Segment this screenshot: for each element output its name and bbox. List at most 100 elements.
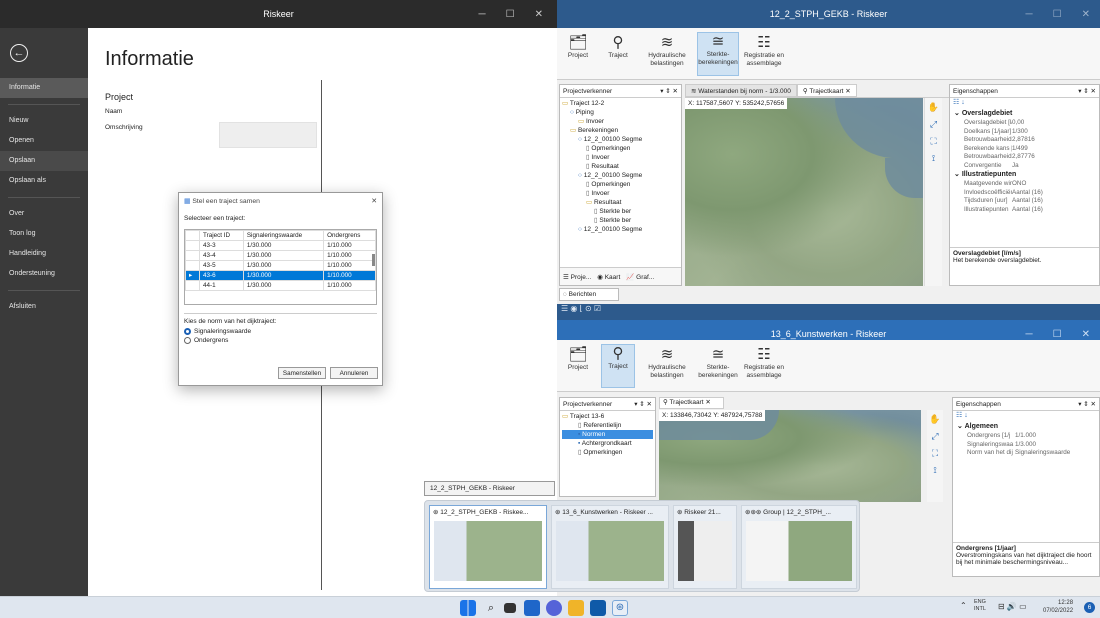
- tree-item[interactable]: ▭ Berekeningen: [562, 126, 679, 135]
- tab-kaart[interactable]: ◉ Kaart: [597, 273, 620, 281]
- tree-item[interactable]: ▪ Normen: [562, 430, 653, 439]
- minimize-icon[interactable]: ─: [1026, 329, 1033, 340]
- col-ondergrens[interactable]: Ondergrens: [323, 230, 376, 241]
- close-icon[interactable]: ✕: [1082, 329, 1090, 340]
- maximize-icon[interactable]: ☐: [506, 9, 515, 20]
- tree-item[interactable]: ▯ Sterkte ber: [562, 207, 679, 216]
- minimize-icon[interactable]: ─: [1026, 9, 1033, 20]
- nav-informatie[interactable]: Informatie: [0, 78, 88, 98]
- property-row[interactable]: Berekende kans [1 1/499: [950, 145, 1099, 154]
- thumb-13-6[interactable]: ⊛ 13_6_Kunstwerken - Riskeer ...: [551, 505, 669, 589]
- close-icon[interactable]: ✕: [535, 9, 543, 20]
- tree-item[interactable]: ▯ Opmerkingen: [562, 144, 679, 153]
- property-row[interactable]: Betrouwbaarheids 2,87776: [950, 153, 1099, 162]
- annuleren-button[interactable]: Annuleren: [330, 367, 378, 379]
- notification-badge[interactable]: 6: [1084, 602, 1095, 613]
- clock[interactable]: 12:28 07/02/2022: [1043, 599, 1073, 615]
- table-row[interactable]: 43-5 1/30.000 1/10.000: [185, 260, 376, 271]
- tree-item[interactable]: ▭ Invoer: [562, 117, 679, 126]
- table-row[interactable]: 43-4 1/30.000 1/10.000: [185, 250, 376, 261]
- table-row[interactable]: 43-3 1/30.000 1/10.000: [185, 240, 376, 251]
- tree-item[interactable]: ▯ Referentielijn: [562, 421, 653, 430]
- tree-item[interactable]: ▭ Resultaat: [562, 198, 679, 207]
- maximize-icon[interactable]: ☐: [1053, 9, 1062, 20]
- dialog-close-icon[interactable]: ✕: [371, 197, 377, 205]
- sort-icon[interactable]: ☷ ↓: [953, 411, 1099, 422]
- panel-controls-icon[interactable]: ▾ ⇕ ✕: [634, 398, 652, 410]
- property-row[interactable]: Maatgevende win ONO: [950, 180, 1099, 189]
- widgets-icon[interactable]: [524, 600, 540, 616]
- search-icon[interactable]: ⌕: [483, 600, 499, 616]
- thumb-group[interactable]: ⊛⊛⊛ Group | 12_2_STPH_...: [741, 505, 857, 589]
- tab-trajectkaart[interactable]: ⚲ Trajectkaart ✕: [796, 84, 857, 97]
- table-row[interactable]: ▸ 43-6 1/30.000 1/10.000: [185, 270, 376, 281]
- panel-controls-icon[interactable]: ▾ ⇕ ✕: [660, 85, 678, 97]
- property-row[interactable]: Ondergrens [1/j 1/1.000: [953, 432, 1099, 441]
- start-icon[interactable]: [460, 600, 476, 616]
- panel-controls-icon[interactable]: ▾ ⇕ ✕: [1078, 85, 1096, 97]
- omschrijving-field[interactable]: [219, 122, 317, 148]
- tree-item[interactable]: ▯ Invoer: [562, 153, 679, 162]
- nav-opslaan[interactable]: Opslaan: [0, 151, 88, 171]
- property-row[interactable]: Norm van het dij Signaleringswaarde: [953, 449, 1099, 458]
- trajectkaart-map[interactable]: X: 133846,73042 Y: 487924,75788: [659, 410, 921, 502]
- teams-icon[interactable]: [546, 600, 562, 616]
- file-explorer-icon[interactable]: [568, 600, 584, 616]
- nav-handleiding[interactable]: Handleiding: [0, 244, 88, 264]
- thumb-riskeer-21[interactable]: ⊛ Riskeer 21...: [673, 505, 737, 589]
- zoom-extent-icon[interactable]: ⤢: [927, 431, 943, 442]
- panel-controls-icon[interactable]: ▾ ⇕ ✕: [1078, 398, 1096, 410]
- close-icon[interactable]: ✕: [1082, 9, 1090, 20]
- tab-grafiek[interactable]: 📈 Graf...: [626, 273, 654, 281]
- ribbon-hydraulische[interactable]: ≋ Hydraulische belastingen: [645, 346, 689, 380]
- minimize-icon[interactable]: ─: [479, 9, 486, 20]
- nav-ondersteuning[interactable]: Ondersteuning: [0, 264, 88, 284]
- tree-item[interactable]: ▯ Opmerkingen: [562, 448, 653, 457]
- property-category[interactable]: ⌄ Overslagdebiet: [950, 109, 1099, 119]
- ribbon-sterkte[interactable]: ≅ Sterkte-berekeningen: [697, 32, 739, 76]
- property-row[interactable]: Illustratiepunten Aantal (16): [950, 206, 1099, 215]
- store-icon[interactable]: [590, 600, 606, 616]
- table-row[interactable]: 44-1 1/30.000 1/10.000: [185, 280, 376, 291]
- tab-waterstanden[interactable]: ≋ Waterstanden bij norm - 1/3.000: [685, 84, 797, 97]
- tree-item[interactable]: ▭ Traject 13-6: [562, 412, 653, 421]
- tab-project[interactable]: ☰ Proje...: [563, 273, 591, 281]
- tree-item[interactable]: ▭ Traject 12-2: [562, 99, 679, 108]
- network-sound-battery-icons[interactable]: ⊟ 🔊 ▭: [998, 602, 1027, 611]
- nav-over[interactable]: Over: [0, 204, 88, 224]
- col-signaleringswaarde[interactable]: Signaleringswaarde: [242, 230, 325, 241]
- ribbon-registratie[interactable]: ☷ Registratie en assemblage: [741, 34, 787, 68]
- property-category[interactable]: ⌄ Algemeen: [953, 422, 1099, 432]
- sort-icon[interactable]: ☷ ↓: [950, 98, 1099, 109]
- nav-openen[interactable]: Openen: [0, 131, 88, 151]
- tree-item[interactable]: ▯ Opmerkingen: [562, 180, 679, 189]
- property-row[interactable]: Doelkans [1/jaar] 1/300: [950, 128, 1099, 137]
- nav-toon-log[interactable]: Toon log: [0, 224, 88, 244]
- tree-item[interactable]: ▯ Invoer: [562, 189, 679, 198]
- berichten-tab[interactable]: ◌ Berichten: [559, 288, 619, 301]
- ribbon-hydraulische[interactable]: ≋ Hydraulische belastingen: [645, 34, 689, 68]
- pan-icon[interactable]: ✋: [927, 414, 943, 425]
- property-row[interactable]: Tijdsduren [uur] Aantal (16): [950, 197, 1099, 206]
- fullscreen-icon[interactable]: ⛶: [927, 448, 943, 459]
- maximize-icon[interactable]: ☐: [1053, 329, 1062, 340]
- zoom-extent-icon[interactable]: ⤢: [925, 119, 942, 130]
- ribbon-traject[interactable]: ⚲ Traject: [603, 34, 633, 60]
- tree-item[interactable]: ○ Piping: [562, 108, 679, 117]
- nav-afsluiten[interactable]: Afsluiten: [0, 297, 88, 317]
- radio-ondergrens[interactable]: [184, 337, 191, 344]
- property-row[interactable]: Convergentie Ja: [950, 162, 1099, 171]
- nav-nieuw[interactable]: Nieuw: [0, 111, 88, 131]
- tree-item[interactable]: ▯ Resultaat: [562, 162, 679, 171]
- col-traject-id[interactable]: Traject ID: [199, 230, 244, 241]
- property-row[interactable]: Overslagdebiet [l/0,00: [950, 119, 1099, 128]
- tree-item[interactable]: ○ 12_2_00100 Segme: [562, 171, 679, 180]
- ribbon-project[interactable]: 🗂 Project: [563, 34, 593, 60]
- language-indicator[interactable]: ENG INTL: [974, 599, 986, 613]
- layers-icon[interactable]: ⟟: [927, 465, 943, 476]
- trajectkaart-map[interactable]: X: 117587,5607 Y: 535242,57656: [685, 98, 923, 286]
- property-category[interactable]: ⌄ Illustratiepunten: [950, 170, 1099, 180]
- layers-icon[interactable]: ⟟: [925, 153, 942, 164]
- ribbon-registratie[interactable]: ☷ Registratie en assemblage: [741, 346, 787, 380]
- tree-item[interactable]: ○ 12_2_00100 Segme: [562, 225, 679, 234]
